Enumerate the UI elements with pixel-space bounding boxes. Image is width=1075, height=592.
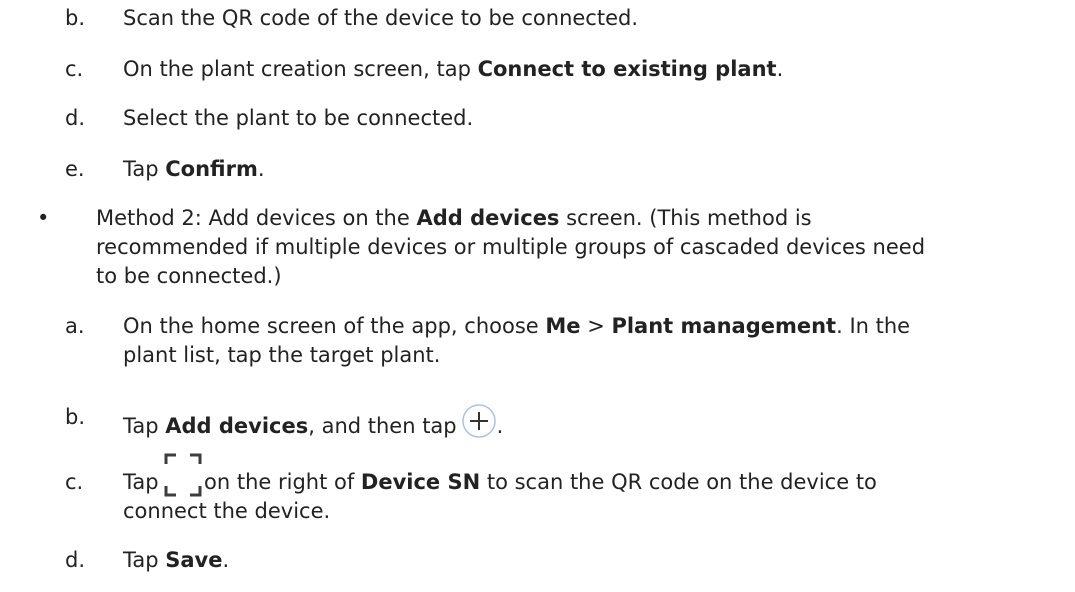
text-segment: to scan the QR code on the device to [480,470,877,494]
bullet-icon: • [37,206,50,230]
method2-step-c-line2: connect the device. [123,499,331,523]
text-segment: . [496,414,504,438]
text-segment: . [257,157,265,181]
ui-label: Plant management [611,314,837,338]
method2-line1: Method 2: Add devices on the Add devices… [96,204,812,233]
text-segment: On the plant creation screen, tap [123,57,478,81]
text-segment: on the right of [204,470,361,494]
ui-label: Confirm [165,157,258,181]
step-marker: e. [65,157,85,181]
ui-label: Connect to existing plant [477,57,777,81]
ui-label: Me [545,314,581,338]
text-segment: Method 2: Add devices on the [96,206,417,230]
step-marker: b. [65,405,86,429]
scan-frame-icon [164,453,202,497]
step-text-continued: on the right of Device SN to scan the QR… [204,468,877,497]
text-segment: , and then tap [308,414,457,438]
step-text: On the home screen of the app, choose Me… [123,312,910,341]
step-marker: c. [65,470,84,494]
text-segment: > [580,314,612,338]
step-marker: d. [65,106,86,130]
step-text: Tap [123,470,159,494]
step-marker: a. [65,314,85,338]
step-text: Select the plant to be connected. [123,106,474,130]
text-segment: On the home screen of the app, choose [123,314,546,338]
text-segment: Tap [123,414,166,438]
ui-label: Device SN [360,470,481,494]
text-segment: . [222,548,230,572]
step-marker: c. [65,57,84,81]
text-segment: . [776,57,784,81]
step-text: Tap Add devices, and then tap. [123,403,503,441]
ui-label: Add devices [416,206,560,230]
text-segment: Tap [123,548,166,572]
method2-step-a-line2: plant list, tap the target plant. [123,343,441,367]
method2-line2: recommended if multiple devices or multi… [96,235,926,259]
method2-line3: to be connected.) [96,264,282,288]
ui-label: Save [165,548,223,572]
step-marker: d. [65,548,86,572]
step-text: Scan the QR code of the device to be con… [123,6,639,30]
ui-label: Add devices [165,414,309,438]
text-segment: Tap [123,157,166,181]
text-segment: . In the [836,314,911,338]
step-text: Tap Confirm. [123,155,265,184]
step-marker: b. [65,6,86,30]
step-text: Tap Save. [123,546,229,575]
step-text: On the plant creation screen, tap Connec… [123,55,783,84]
text-segment: screen. (This method is [559,206,812,230]
plus-circle-icon [461,403,497,439]
